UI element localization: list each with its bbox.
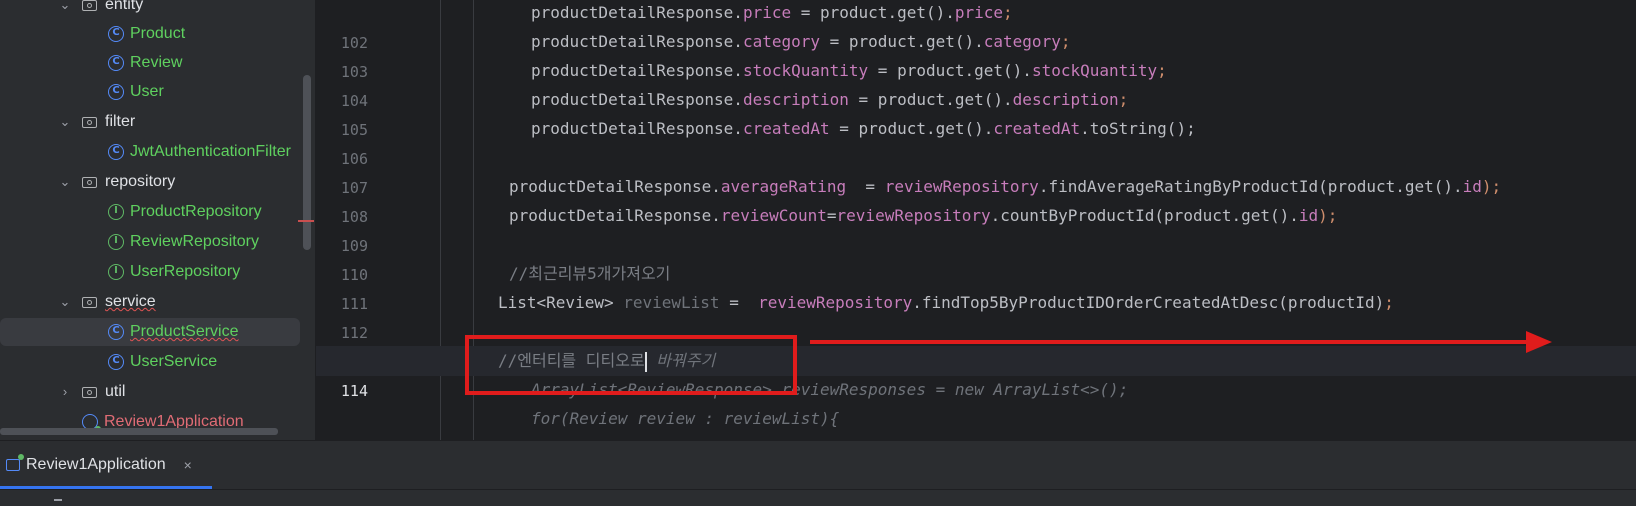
run-config-icon xyxy=(6,454,24,471)
folder-icon xyxy=(82,0,97,11)
chevron-down-icon[interactable]: ⌄ xyxy=(58,295,72,309)
run-tab-label: Review1Application xyxy=(26,456,166,473)
horizontal-scrollbar[interactable] xyxy=(0,428,278,435)
class-icon: C xyxy=(108,84,124,100)
code-text: productDetailResponse.description = prod… xyxy=(531,90,1129,109)
tree-folder-repository[interactable]: ⌄ repository xyxy=(58,168,315,196)
code-line-107[interactable]: 107 xyxy=(316,143,1636,197)
tree-item-product-repository[interactable]: I ProductRepository xyxy=(108,198,315,226)
folder-icon xyxy=(82,296,97,308)
folder-icon xyxy=(82,176,97,188)
tree-item-product[interactable]: C Product xyxy=(108,20,315,48)
tree-folder-label: util xyxy=(105,383,126,400)
class-icon: C xyxy=(108,26,124,42)
code-text: productDetailResponse.category = product… xyxy=(531,32,1071,51)
class-icon: C xyxy=(108,55,124,71)
code-line-109[interactable]: 109 productDetailResponse.reviewCount=re… xyxy=(316,201,1636,255)
code-line-108[interactable]: 108 productDetailResponse.averageRating … xyxy=(316,172,1636,226)
divider xyxy=(0,489,1636,490)
tree-folder-util[interactable]: › util xyxy=(58,378,315,406)
class-icon: C xyxy=(108,144,124,160)
tree-folder-entity[interactable]: ⌄ entity xyxy=(58,0,315,19)
class-icon: C xyxy=(108,354,124,370)
tree-item-user[interactable]: C User xyxy=(108,78,315,106)
code-text: List<Review> reviewList = reviewReposito… xyxy=(498,293,1394,312)
annotation-highlight-box xyxy=(465,335,797,395)
tree-folder-label: repository xyxy=(105,173,176,190)
annotation-arrow-line xyxy=(810,340,1530,344)
code-line-110[interactable]: 110 xyxy=(316,230,1636,284)
folder-icon xyxy=(82,386,97,398)
tree-item-label: JwtAuthenticationFilter xyxy=(130,143,291,160)
run-tab[interactable]: Review1Application × xyxy=(0,449,192,481)
toolbar-icon[interactable] xyxy=(54,499,62,501)
tree-item-user-service[interactable]: C UserService xyxy=(108,348,315,376)
folder-icon xyxy=(82,116,97,128)
code-line-104[interactable]: 104 productDetailResponse.stockQuantity … xyxy=(316,56,1636,110)
project-tree: ⌄ entity C Product C Review C User ⌄ fil… xyxy=(0,0,315,440)
tree-folder-filter[interactable]: ⌄ filter xyxy=(58,108,315,136)
code-text: productDetailResponse.stockQuantity = pr… xyxy=(531,61,1167,80)
tree-item-review-repository[interactable]: I ReviewRepository xyxy=(108,228,315,256)
tree-item-label: UserService xyxy=(130,353,218,370)
tree-item-jwt-filter[interactable]: C JwtAuthenticationFilter xyxy=(108,138,315,166)
code-line-102[interactable]: 102 productDetailResponse.price = produc… xyxy=(316,0,1636,52)
tree-item-product-service[interactable]: C ProductService xyxy=(0,318,300,346)
tree-item-label: User xyxy=(130,83,164,100)
chevron-down-icon[interactable]: ⌄ xyxy=(58,0,72,12)
tree-item-label: Product xyxy=(130,25,186,42)
code-line-116[interactable]: for(Review review : reviewList){ xyxy=(316,404,1636,434)
close-icon[interactable]: × xyxy=(184,457,192,473)
tree-folder-label: filter xyxy=(105,113,136,130)
code-line-103[interactable]: 103 productDetailResponse.category = pro… xyxy=(316,27,1636,81)
vertical-scrollbar[interactable] xyxy=(303,75,311,250)
tree-item-label: ReviewRepository xyxy=(130,233,259,250)
bottom-tool-window: Review1Application × xyxy=(0,440,1636,506)
code-text: productDetailResponse.reviewCount=review… xyxy=(509,206,1338,225)
interface-icon: I xyxy=(108,264,124,280)
chevron-down-icon[interactable]: ⌄ xyxy=(58,115,72,129)
tree-item-label: UserRepository xyxy=(130,263,241,280)
code-line-112[interactable]: 112 List<Review> reviewList = reviewRepo… xyxy=(316,288,1636,342)
error-marker xyxy=(298,220,314,222)
code-comment: //최근리뷰5개가져오기 xyxy=(509,264,671,283)
class-icon: C xyxy=(108,324,124,340)
tree-folder-service[interactable]: ⌄ service xyxy=(58,288,315,316)
annotation-arrow-head xyxy=(1526,331,1552,353)
tree-item-user-repository[interactable]: I UserRepository xyxy=(108,258,315,286)
tree-folder-label: service xyxy=(105,293,156,310)
code-line-111[interactable]: 111 //최근리뷰5개가져오기 xyxy=(316,259,1636,313)
tree-folder-label: entity xyxy=(105,0,144,13)
interface-icon: I xyxy=(108,204,124,220)
chevron-right-icon[interactable]: › xyxy=(58,385,72,399)
tree-item-label: Review xyxy=(130,54,183,71)
code-text: productDetailResponse.averageRating = re… xyxy=(509,177,1502,196)
interface-icon: I xyxy=(108,234,124,250)
code-text: productDetailResponse.price = product.ge… xyxy=(531,3,1013,22)
inline-completion: for(Review review : reviewList){ xyxy=(531,409,840,428)
tree-item-review[interactable]: C Review xyxy=(108,49,315,77)
tree-item-label: ProductService xyxy=(130,323,239,340)
code-line-105[interactable]: 105 productDetailResponse.description = … xyxy=(316,85,1636,139)
tree-item-label: ProductRepository xyxy=(130,203,262,220)
code-text: productDetailResponse.createdAt = produc… xyxy=(531,119,1196,138)
chevron-down-icon[interactable]: ⌄ xyxy=(58,175,72,189)
code-line-106[interactable]: 106 productDetailResponse.createdAt = pr… xyxy=(316,114,1636,168)
